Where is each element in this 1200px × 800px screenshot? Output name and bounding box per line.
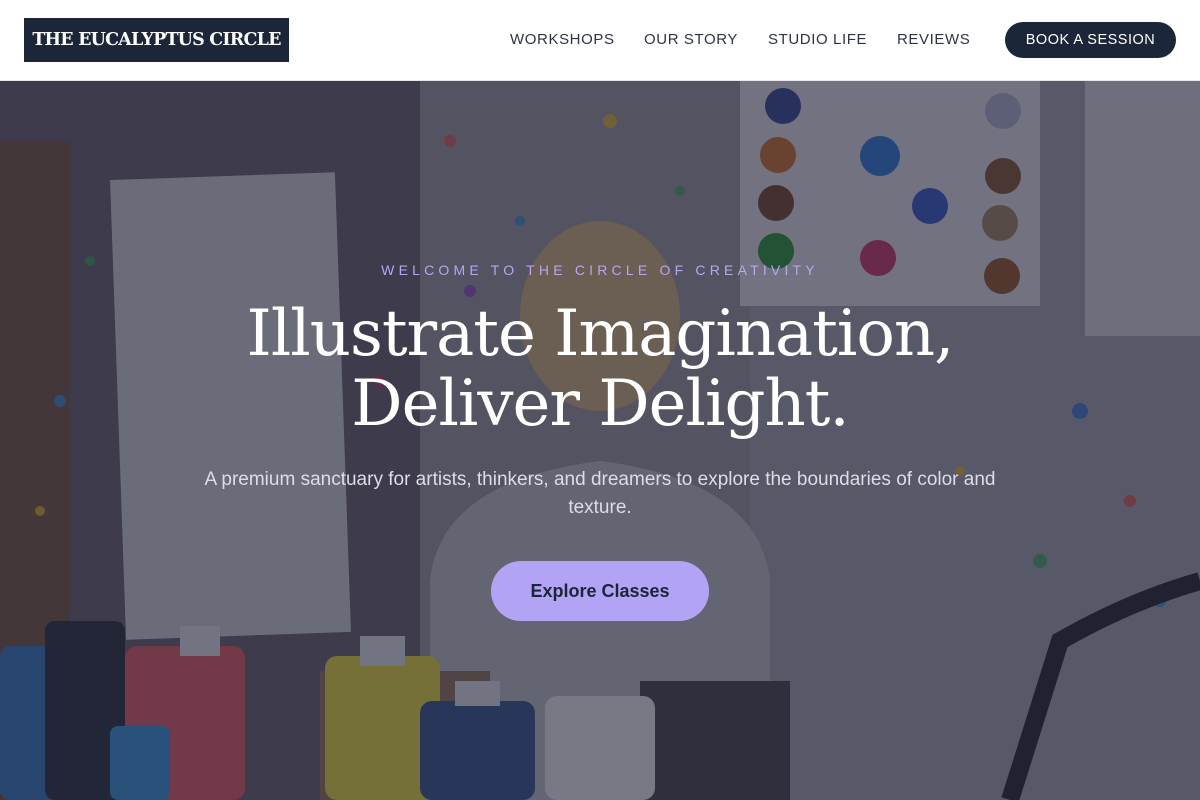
hero-section: WELCOME TO THE CIRCLE OF CREATIVITY Illu…	[0, 81, 1200, 800]
nav-link-our-story[interactable]: OUR STORY	[644, 30, 737, 50]
nav-link-reviews[interactable]: REVIEWS	[897, 30, 970, 50]
hero-headline-line-1: Illustrate Imagination,	[246, 297, 955, 371]
book-session-button[interactable]: BOOK A SESSION	[1005, 22, 1176, 58]
hero-eyebrow: WELCOME TO THE CIRCLE OF CREATIVITY	[381, 262, 819, 278]
hero-headline-line-2: Deliver Delight.	[351, 367, 849, 441]
nav-link-workshops[interactable]: WORKSHOPS	[510, 30, 614, 50]
hero-subtext: A premium sanctuary for artists, thinker…	[204, 469, 996, 518]
explore-classes-button[interactable]: Explore Classes	[491, 561, 709, 621]
site-header: THE EUCALYPTUS CIRCLE WORKSHOPS OUR STOR…	[0, 0, 1200, 81]
hero-headline: Illustrate Imagination, Deliver Delight.	[0, 299, 1200, 439]
nav-link-studio-life[interactable]: STUDIO LIFE	[768, 30, 867, 50]
